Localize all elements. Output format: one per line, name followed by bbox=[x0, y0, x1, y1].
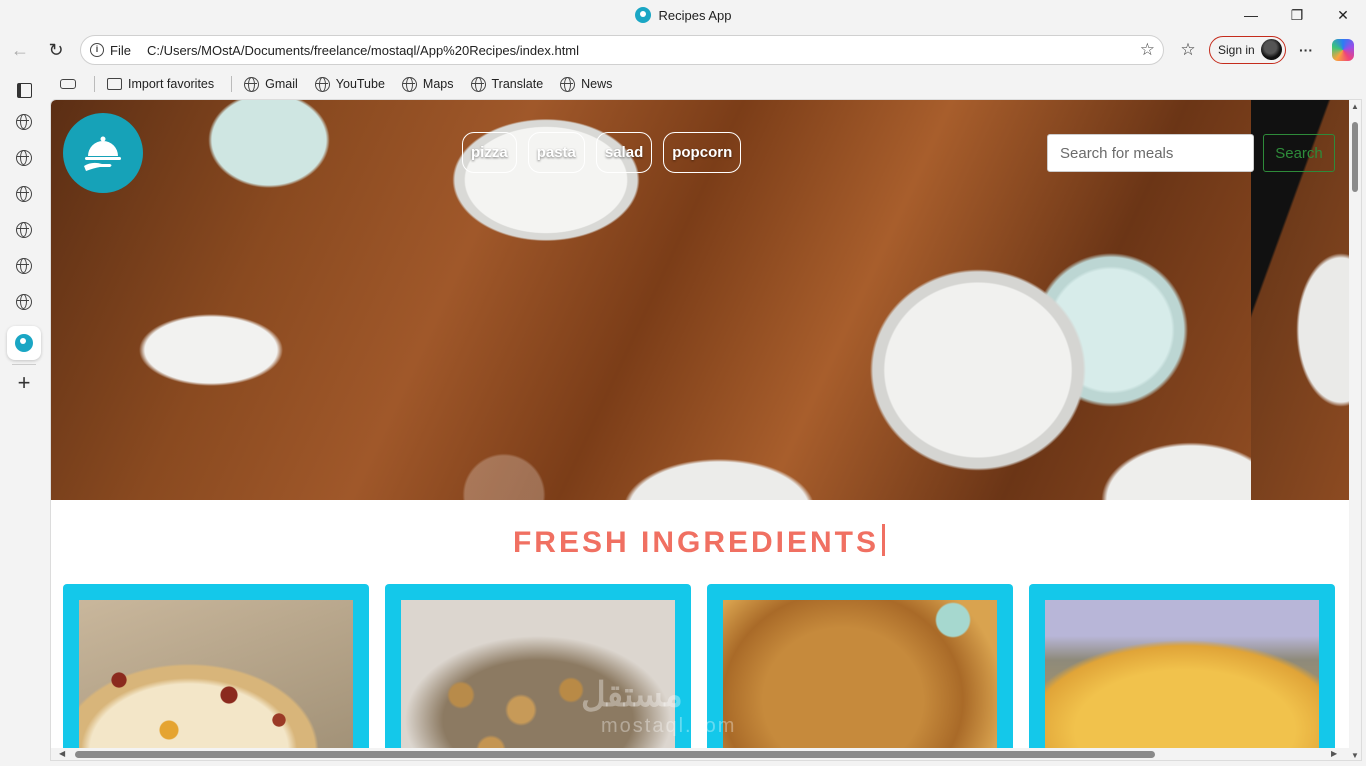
app-icon bbox=[634, 7, 651, 23]
search-button[interactable]: Search bbox=[1263, 134, 1335, 172]
maximize-button[interactable]: ❐ bbox=[1274, 0, 1320, 30]
globe-icon bbox=[560, 76, 576, 92]
sign-in-button[interactable]: Sign in bbox=[1209, 36, 1286, 64]
favorite-translate[interactable]: Translate bbox=[470, 76, 544, 92]
vertical-scrollbar[interactable]: ▲ ▼ bbox=[1349, 100, 1361, 760]
url-scheme: File bbox=[110, 42, 131, 58]
category-nav: pizza pasta salad popcorn bbox=[462, 132, 742, 173]
meal-image bbox=[1045, 600, 1319, 760]
globe-icon bbox=[16, 294, 32, 310]
divider bbox=[94, 76, 95, 92]
favorite-label: Gmail bbox=[265, 77, 298, 91]
scroll-right-icon[interactable]: ▶ bbox=[1331, 749, 1337, 758]
vertical-tab[interactable] bbox=[12, 218, 36, 242]
info-icon[interactable]: i bbox=[90, 43, 104, 57]
favorite-gmail[interactable]: Gmail bbox=[244, 76, 298, 92]
vertical-tab[interactable] bbox=[12, 146, 36, 170]
favorite-maps[interactable]: Maps bbox=[401, 76, 454, 92]
meal-card[interactable] bbox=[1029, 584, 1335, 760]
tab-actions-icon[interactable] bbox=[60, 79, 76, 89]
category-popcorn-button[interactable]: popcorn bbox=[663, 132, 742, 173]
watermark-text: مستقل bbox=[581, 676, 683, 714]
globe-icon bbox=[16, 114, 32, 130]
meal-card[interactable] bbox=[707, 584, 1013, 760]
meal-search-input[interactable] bbox=[1047, 134, 1254, 172]
tab-panel-icon[interactable] bbox=[12, 78, 36, 102]
address-bar[interactable]: i File C:/Users/MOstA/Documents/freelanc… bbox=[80, 35, 1164, 65]
navigation-bar: ← ↻ i File C:/Users/MOstA/Documents/free… bbox=[0, 30, 1366, 70]
globe-icon bbox=[314, 76, 330, 92]
sign-in-label: Sign in bbox=[1218, 43, 1255, 57]
category-pizza-button[interactable]: pizza bbox=[462, 132, 517, 173]
more-menu-icon[interactable]: ··· bbox=[1292, 36, 1320, 64]
favorite-label: News bbox=[581, 77, 613, 91]
window-titlebar: Recipes App — ❐ ✕ bbox=[0, 0, 1366, 30]
vertical-tab[interactable] bbox=[12, 254, 36, 278]
globe-icon bbox=[16, 150, 32, 166]
page-viewport: pizza pasta salad popcorn Search FRESH I… bbox=[50, 99, 1362, 761]
globe-icon bbox=[470, 76, 486, 92]
favorites-bar: Import favorites Gmail YouTube Maps Tran… bbox=[50, 70, 1366, 98]
close-button[interactable]: ✕ bbox=[1320, 0, 1366, 30]
watermark-subtext: mostaql.com bbox=[601, 715, 737, 737]
watermark: مستقل mostaql.com bbox=[581, 675, 736, 738]
vertical-tab[interactable] bbox=[12, 110, 36, 134]
divider bbox=[231, 76, 233, 92]
new-tab-button[interactable]: + bbox=[12, 370, 36, 395]
favorite-label: YouTube bbox=[335, 77, 385, 91]
category-salad-button[interactable]: salad bbox=[595, 132, 653, 173]
serving-cloche-icon bbox=[84, 136, 121, 171]
copilot-icon[interactable] bbox=[1332, 39, 1354, 61]
favorite-label: Import favorites bbox=[128, 77, 215, 91]
vertical-tab-active[interactable] bbox=[7, 326, 41, 360]
scroll-down-icon[interactable]: ▼ bbox=[1351, 751, 1359, 760]
globe-icon bbox=[244, 76, 260, 92]
window-title-text: Recipes App bbox=[658, 7, 732, 23]
favorites-icon[interactable]: ☆ bbox=[1174, 36, 1202, 64]
globe-icon bbox=[16, 258, 32, 274]
globe-icon bbox=[16, 222, 32, 238]
divider bbox=[12, 364, 36, 365]
category-pasta-button[interactable]: pasta bbox=[527, 132, 585, 173]
globe-icon bbox=[16, 186, 32, 202]
vertical-tab[interactable] bbox=[12, 290, 36, 314]
panel-icon bbox=[16, 82, 32, 98]
section-title: FRESH INGREDIENTS bbox=[51, 524, 1347, 560]
reload-button[interactable]: ↻ bbox=[42, 36, 70, 64]
meal-image bbox=[723, 600, 997, 760]
favorite-youtube[interactable]: YouTube bbox=[314, 76, 385, 92]
scroll-left-icon[interactable]: ◀ bbox=[59, 749, 65, 758]
horizontal-scrollbar[interactable]: ◀ ▶ bbox=[51, 748, 1351, 760]
favorite-star-icon[interactable]: ☆ bbox=[1140, 40, 1155, 60]
app-icon bbox=[15, 334, 33, 352]
minimize-button[interactable]: — bbox=[1228, 0, 1274, 30]
vertical-tabs-sidebar: + bbox=[0, 70, 48, 766]
import-icon bbox=[107, 78, 122, 90]
horizontal-scroll-thumb[interactable] bbox=[75, 751, 1155, 758]
meal-image bbox=[79, 600, 353, 760]
favorite-import[interactable]: Import favorites bbox=[107, 77, 214, 91]
favorite-label: Maps bbox=[422, 77, 454, 91]
vertical-scroll-thumb[interactable] bbox=[1352, 122, 1358, 192]
url-text[interactable]: C:/Users/MOstA/Documents/freelance/mosta… bbox=[147, 43, 579, 58]
window-title: Recipes App bbox=[0, 0, 1366, 30]
vertical-tab[interactable] bbox=[12, 182, 36, 206]
avatar bbox=[1261, 39, 1282, 60]
meal-card[interactable] bbox=[63, 584, 369, 760]
back-button[interactable]: ← bbox=[6, 36, 34, 64]
scroll-up-icon[interactable]: ▲ bbox=[1351, 102, 1359, 111]
globe-icon bbox=[401, 76, 417, 92]
favorite-news[interactable]: News bbox=[560, 76, 613, 92]
cloche-logo-icon[interactable] bbox=[63, 113, 143, 193]
favorite-label: Translate bbox=[491, 77, 544, 91]
typing-caret bbox=[882, 524, 886, 556]
section-title-text: FRESH INGREDIENTS bbox=[512, 526, 880, 559]
